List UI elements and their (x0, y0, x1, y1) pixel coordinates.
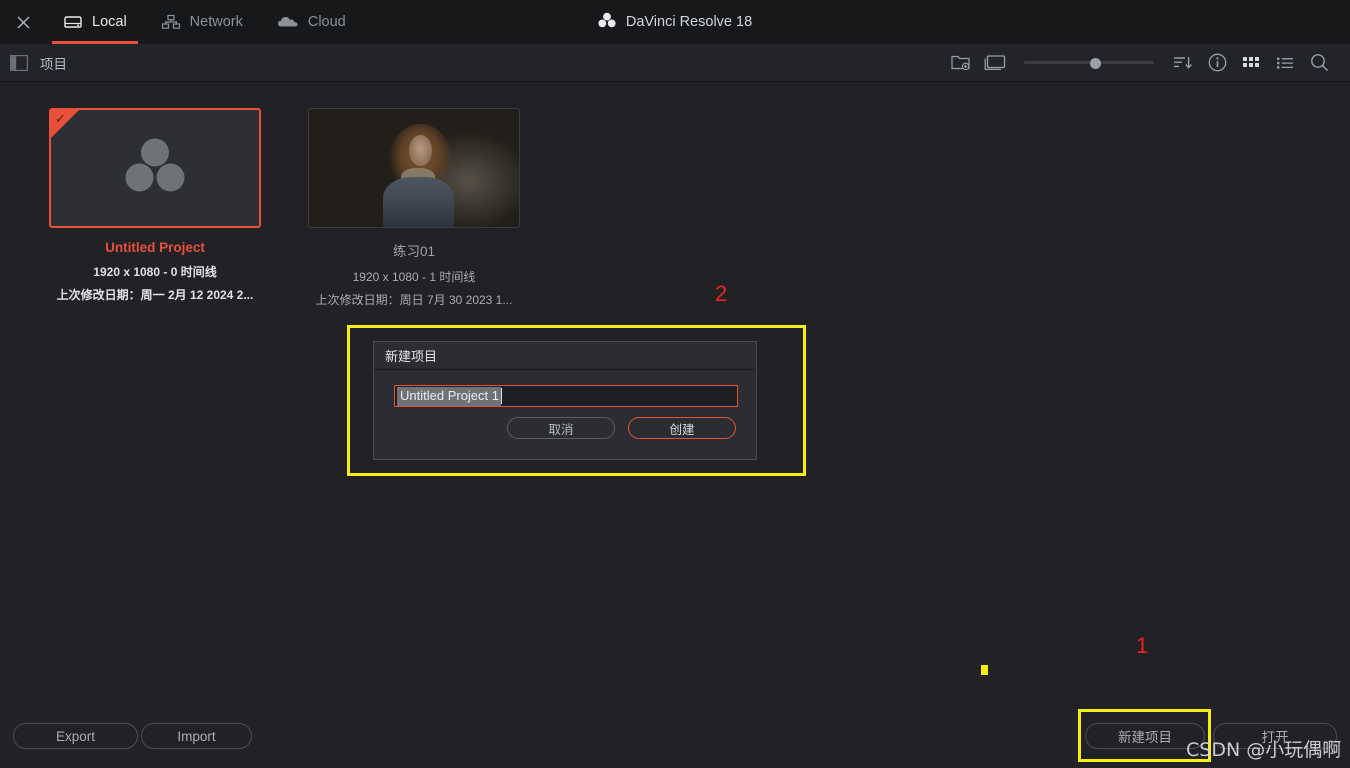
project-name-input-value: Untitled Project 1 (397, 386, 501, 406)
thumbnail-zoom-slider[interactable] (1024, 46, 1154, 80)
project-modified-date: 上次修改日期：周日 7月 30 2023 1... (315, 293, 513, 307)
checkmark-icon: ✓ (55, 111, 66, 126)
resolve-logo-icon (598, 12, 616, 32)
dialog-actions: 取消 创建 (394, 417, 736, 439)
yellow-dot-artifact (981, 665, 988, 675)
network-icon (161, 14, 181, 30)
portrait-photo-thumbnail (309, 109, 519, 227)
toolbar: 项目 (0, 44, 1350, 82)
app-title-text: DaVinci Resolve 18 (625, 14, 753, 30)
export-button[interactable]: Export (13, 723, 138, 749)
toolbar-title: 项目 (40, 56, 67, 72)
dialog-title: 新建项目 (374, 342, 756, 370)
project-modified-date: 上次修改日期：周一 2月 12 2024 2... (56, 288, 254, 302)
project-name: 练习01 (392, 244, 436, 259)
annotation-marker-2: 2 (715, 281, 728, 306)
sort-icon[interactable] (1166, 46, 1200, 80)
project-card-lianxi01[interactable]: 练习01 1920 x 1080 - 1 时间线 上次修改日期：周日 7月 30… (308, 108, 520, 308)
project-card-untitled-project[interactable]: ✓ Untitled Project 1920 x 1080 - 0 时间线 上… (49, 108, 261, 303)
location-tabs: Local Network Cloud (46, 0, 363, 44)
close-icon[interactable] (0, 0, 46, 44)
project-resolution: 1920 x 1080 - 1 时间线 (352, 270, 476, 284)
sidebar-toggle-icon[interactable] (10, 54, 28, 71)
zoom-slider-track (1024, 61, 1154, 64)
davinci-resolve-project-manager: Local Network Cloud DaVinci Resolve 18 项… (0, 0, 1350, 768)
drive-icon (63, 14, 83, 30)
tab-network-label: Network (189, 14, 243, 30)
text-caret (501, 388, 502, 404)
new-folder-icon[interactable] (944, 46, 978, 80)
create-button[interactable]: 创建 (628, 417, 736, 439)
new-project-dialog: 新建项目 Untitled Project 1 取消 创建 (373, 341, 757, 460)
search-icon[interactable] (1302, 46, 1336, 80)
display-icon[interactable] (978, 46, 1012, 80)
title-bar: Local Network Cloud DaVinci Resolve 18 (0, 0, 1350, 44)
tab-cloud-label: Cloud (307, 14, 346, 30)
project-name-input[interactable]: Untitled Project 1 (394, 385, 738, 407)
tab-local-label: Local (92, 14, 127, 30)
dialog-body: Untitled Project 1 取消 创建 (374, 370, 756, 439)
csdn-watermark: CSDN @小玩偶啊 (1186, 739, 1342, 761)
project-thumbnail[interactable]: ✓ (49, 108, 261, 228)
resolve-logo-placeholder-icon (124, 138, 186, 199)
zoom-slider-knob[interactable] (1090, 57, 1101, 69)
cancel-button[interactable]: 取消 (507, 417, 615, 439)
tab-cloud[interactable]: Cloud (260, 0, 363, 44)
tab-local[interactable]: Local (46, 0, 144, 44)
annotation-marker-1: 1 (1136, 633, 1149, 658)
project-thumbnail[interactable] (308, 108, 520, 228)
toolbar-actions (944, 46, 1350, 80)
info-icon[interactable] (1200, 46, 1234, 80)
tab-network[interactable]: Network (144, 0, 260, 44)
project-resolution: 1920 x 1080 - 0 时间线 (93, 265, 217, 279)
list-view-icon[interactable] (1268, 46, 1302, 80)
cloud-icon (277, 14, 299, 30)
grid-view-icon[interactable] (1234, 46, 1268, 80)
project-name: Untitled Project (105, 240, 205, 255)
import-button[interactable]: Import (141, 723, 252, 749)
